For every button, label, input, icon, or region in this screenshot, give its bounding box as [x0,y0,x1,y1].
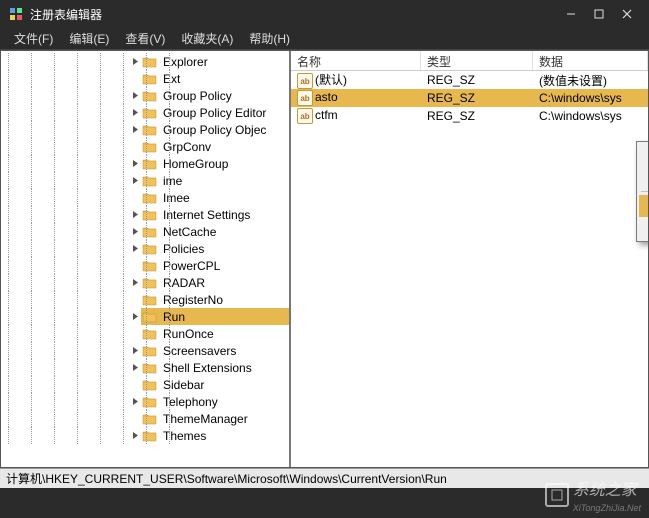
string-value-icon: ab [297,73,313,89]
close-button[interactable] [613,3,641,25]
string-value-icon: ab [297,108,313,124]
cell-name: abctfm [291,107,421,126]
tree-item[interactable]: HomeGroup [1,155,289,172]
tree-item[interactable]: RunOnce [1,325,289,342]
menu-file[interactable]: 文件(F) [6,28,61,49]
tree-item[interactable]: RADAR [1,274,289,291]
menu-separator [641,191,648,192]
col-name[interactable]: 名称 [291,51,421,70]
app-icon [8,6,24,22]
menubar: 文件(F) 编辑(E) 查看(V) 收藏夹(A) 帮助(H) [0,28,649,50]
cell-data: (数值未设置) [533,71,648,90]
tree-item[interactable]: Group Policy Objec [1,121,289,138]
menu-help[interactable]: 帮助(H) [241,28,298,49]
cell-name: abasto [291,89,421,108]
cell-name: ab(默认) [291,70,421,91]
tree-panel[interactable]: Explorer Ext Group Policy Group Policy E… [1,51,291,467]
tree-item[interactable]: Group Policy Editor [1,104,289,121]
cell-type: REG_SZ [421,90,533,106]
tree-item[interactable]: Run [1,308,289,325]
tree-item[interactable]: Ext [1,70,289,87]
tree-item[interactable]: Policies [1,240,289,257]
menu-favorites[interactable]: 收藏夹(A) [173,28,241,49]
statusbar: 计算机\HKEY_CURRENT_USER\Software\Microsoft… [0,468,649,488]
tree-item[interactable]: Themes [1,427,289,444]
titlebar: 注册表编辑器 [0,0,649,28]
tree-item[interactable]: Sidebar [1,376,289,393]
context-menu: 修改(M)... 修改二进制数据(B)... 删除(D) 重命名(R) [636,141,648,242]
cell-data: C:\windows\sys [533,90,648,106]
tree-item[interactable]: Imee [1,189,289,206]
tree-item[interactable]: Explorer [1,53,289,70]
cell-type: REG_SZ [421,72,533,88]
window-title: 注册表编辑器 [30,6,557,23]
tree-item[interactable]: PowerCPL [1,257,289,274]
cell-data: C:\windows\sys [533,108,648,124]
tree-item[interactable]: ime [1,172,289,189]
cell-type: REG_SZ [421,108,533,124]
string-value-icon: ab [297,90,313,106]
list-row[interactable]: ab(默认) REG_SZ (数值未设置) [291,71,648,89]
list-header: 名称 类型 数据 [291,51,648,71]
tree-item[interactable]: GrpConv [1,138,289,155]
menu-modify-binary[interactable]: 修改二进制数据(B)... [639,166,648,188]
list-row[interactable]: abasto REG_SZ C:\windows\sys [291,89,648,107]
tree-item[interactable]: Internet Settings [1,206,289,223]
menu-rename[interactable]: 重命名(R) [639,217,648,239]
status-path: 计算机\HKEY_CURRENT_USER\Software\Microsoft… [6,470,447,487]
tree-item[interactable]: ThemeManager [1,410,289,427]
tree-item[interactable]: NetCache [1,223,289,240]
watermark-url: XiTongZhiJia.Net [573,503,641,513]
tree-item[interactable]: Telephony [1,393,289,410]
menu-view[interactable]: 查看(V) [117,28,173,49]
list-row[interactable]: abctfm REG_SZ C:\windows\sys [291,107,648,125]
menu-delete[interactable]: 删除(D) [639,195,648,217]
content: Explorer Ext Group Policy Group Policy E… [0,50,649,468]
list-panel[interactable]: 名称 类型 数据 ab(默认) REG_SZ (数值未设置) abasto RE… [291,51,648,467]
tree-item[interactable]: Shell Extensions [1,359,289,376]
menu-modify[interactable]: 修改(M)... [639,144,648,166]
tree-item[interactable]: RegisterNo [1,291,289,308]
menu-edit[interactable]: 编辑(E) [61,28,117,49]
tree-item[interactable]: Group Policy [1,87,289,104]
minimize-button[interactable] [557,3,585,25]
col-type[interactable]: 类型 [421,51,533,70]
maximize-button[interactable] [585,3,613,25]
col-data[interactable]: 数据 [533,51,648,70]
tree-item[interactable]: Screensavers [1,342,289,359]
